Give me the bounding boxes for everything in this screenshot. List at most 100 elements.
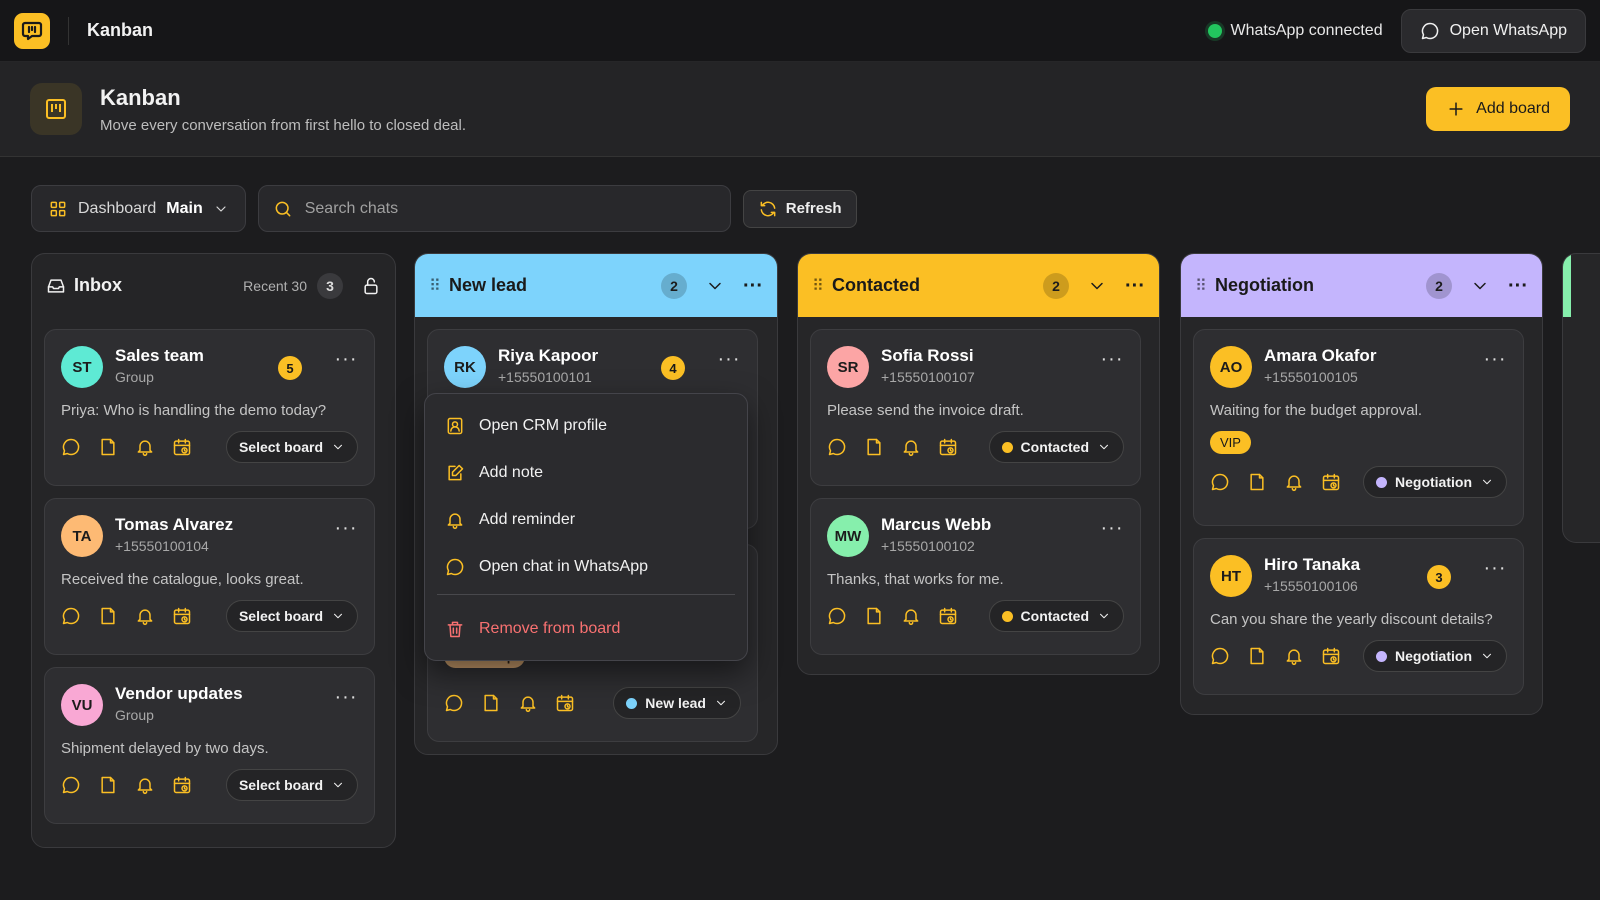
- bell-icon[interactable]: [901, 437, 921, 457]
- calendar-clock-icon[interactable]: [938, 606, 958, 626]
- avatar: TA: [61, 515, 103, 557]
- chat-card[interactable]: TA Tomas Alvarez +15550100104 ··· Receive…: [44, 498, 375, 655]
- contact-sub: Group: [115, 707, 154, 723]
- note-icon[interactable]: [481, 693, 501, 713]
- bell-icon[interactable]: [518, 693, 538, 713]
- board-status-dropdown[interactable]: Contacted: [988, 600, 1124, 632]
- note-icon[interactable]: [864, 437, 884, 457]
- bell-icon[interactable]: [901, 606, 921, 626]
- drag-handle-icon[interactable]: ⠿: [812, 276, 824, 296]
- board-status-dropdown[interactable]: Contacted: [988, 431, 1124, 463]
- card-context-menu: Open CRM profile Add note Add reminder O…: [424, 393, 748, 661]
- unread-badge: 5: [278, 356, 302, 380]
- menu-item-open-crm-profile[interactable]: Open CRM profile: [437, 402, 735, 449]
- calendar-clock-icon[interactable]: [938, 437, 958, 457]
- note-icon[interactable]: [1247, 646, 1267, 666]
- chevron-down-icon[interactable]: [1470, 276, 1490, 296]
- column-header[interactable]: ⠿ Contacted 2 ···: [798, 254, 1159, 317]
- more-options-icon[interactable]: ···: [334, 349, 358, 369]
- chevron-down-icon: [331, 609, 345, 623]
- contact-name: Vendor updates: [115, 684, 243, 703]
- drag-handle-icon[interactable]: ⠿: [1195, 276, 1207, 296]
- last-message: Thanks, that works for me.: [827, 571, 1004, 588]
- bell-icon[interactable]: [135, 437, 155, 457]
- calendar-clock-icon[interactable]: [1321, 646, 1341, 666]
- board-column-next-partial: [1562, 253, 1600, 543]
- chat-icon[interactable]: [444, 693, 464, 713]
- chat-icon[interactable]: [1210, 646, 1230, 666]
- calendar-clock-icon[interactable]: [172, 437, 192, 457]
- status-dot-icon: [1001, 441, 1013, 453]
- note-icon[interactable]: [1247, 472, 1267, 492]
- chat-icon[interactable]: [61, 606, 81, 626]
- bell-icon[interactable]: [1284, 472, 1304, 492]
- bell-icon[interactable]: [1284, 646, 1304, 666]
- chat-icon[interactable]: [61, 775, 81, 795]
- chat-card[interactable]: VU Vendor updates Group ··· Shipment dela…: [44, 667, 375, 824]
- chevron-down-icon[interactable]: [705, 276, 725, 296]
- chat-icon[interactable]: [1210, 472, 1230, 492]
- search-input[interactable]: [304, 199, 716, 218]
- menu-item-label: Add reminder: [479, 510, 576, 528]
- app-logo-icon[interactable]: [14, 12, 50, 49]
- board-status-label: New lead: [645, 695, 706, 711]
- board-status-dropdown[interactable]: New lead: [613, 687, 741, 719]
- contact-name: Riya Kapoor: [498, 346, 599, 365]
- calendar-clock-icon[interactable]: [1321, 472, 1341, 492]
- calendar-clock-icon[interactable]: [172, 775, 192, 795]
- lock-icon[interactable]: [361, 276, 381, 296]
- column-count-badge: 2: [661, 272, 688, 299]
- dashboard-selector[interactable]: Dashboard Main: [31, 185, 246, 232]
- open-whatsapp-button[interactable]: Open WhatsApp: [1400, 8, 1586, 53]
- bell-icon[interactable]: [135, 775, 155, 795]
- chat-card[interactable]: SR Sofia Rossi +15550100107 ··· Please se…: [810, 329, 1141, 486]
- column-header[interactable]: ⠿ New lead 2 ···: [415, 254, 777, 317]
- more-options-icon[interactable]: ···: [1100, 349, 1124, 369]
- more-options-icon[interactable]: ···: [1483, 558, 1507, 578]
- contact-sub: +15550100107: [881, 369, 975, 385]
- chat-card[interactable]: HT Hiro Tanaka +15550100106 3 ··· Can you…: [1193, 538, 1524, 695]
- chat-icon[interactable]: [61, 437, 81, 457]
- more-options-icon[interactable]: ···: [334, 518, 358, 538]
- chat-card[interactable]: MW Marcus Webb +15550100102 ··· Thanks, t…: [810, 498, 1141, 655]
- more-options-icon[interactable]: ···: [1100, 518, 1124, 538]
- select-board-dropdown[interactable]: Select board: [225, 431, 358, 463]
- menu-item-add-reminder[interactable]: Add reminder: [437, 496, 735, 543]
- note-icon[interactable]: [98, 437, 118, 457]
- chat-icon[interactable]: [827, 606, 847, 626]
- note-icon[interactable]: [98, 775, 118, 795]
- status-dot-icon: [1001, 610, 1013, 622]
- chevron-down-icon[interactable]: [1087, 276, 1107, 296]
- calendar-clock-icon[interactable]: [172, 606, 192, 626]
- connection-status: WhatsApp connected: [1207, 22, 1383, 40]
- more-options-icon[interactable]: ···: [717, 349, 741, 369]
- chat-icon[interactable]: [827, 437, 847, 457]
- board-status-dropdown[interactable]: Negotiation: [1363, 466, 1507, 498]
- menu-item-add-note[interactable]: Add note: [437, 449, 735, 496]
- menu-item-remove-from-board[interactable]: Remove from board: [437, 605, 735, 652]
- recent-label: Recent 30: [243, 277, 307, 294]
- chat-card[interactable]: ST Sales team Group 5 ··· Priya: Who is h…: [44, 329, 375, 486]
- chat-card[interactable]: AO Amara Okafor +15550100105 ··· Waiting …: [1193, 329, 1524, 526]
- add-board-button[interactable]: Add board: [1426, 87, 1570, 131]
- bell-icon[interactable]: [135, 606, 155, 626]
- calendar-clock-icon[interactable]: [555, 693, 575, 713]
- select-board-dropdown[interactable]: Select board: [225, 769, 358, 801]
- status-dot-icon: [1376, 650, 1387, 662]
- note-icon[interactable]: [98, 606, 118, 626]
- column-header[interactable]: ⠿ Negotiation 2 ···: [1181, 254, 1542, 317]
- more-options-icon[interactable]: ···: [1483, 349, 1507, 369]
- refresh-button[interactable]: Refresh: [742, 189, 857, 228]
- inbox-title: Inbox: [74, 275, 122, 295]
- contact-card-icon: [447, 417, 463, 434]
- more-options-icon[interactable]: ···: [1125, 276, 1145, 296]
- drag-handle-icon[interactable]: ⠿: [429, 276, 441, 296]
- select-board-dropdown[interactable]: Select board: [225, 600, 358, 632]
- board-status-dropdown[interactable]: Negotiation: [1363, 640, 1507, 672]
- more-options-icon[interactable]: ···: [334, 687, 358, 707]
- note-icon[interactable]: [864, 606, 884, 626]
- search-box[interactable]: [257, 185, 731, 232]
- more-options-icon[interactable]: ···: [1508, 276, 1528, 296]
- menu-item-open-chat-whatsapp[interactable]: Open chat in WhatsApp: [437, 543, 735, 590]
- more-options-icon[interactable]: ···: [743, 276, 763, 296]
